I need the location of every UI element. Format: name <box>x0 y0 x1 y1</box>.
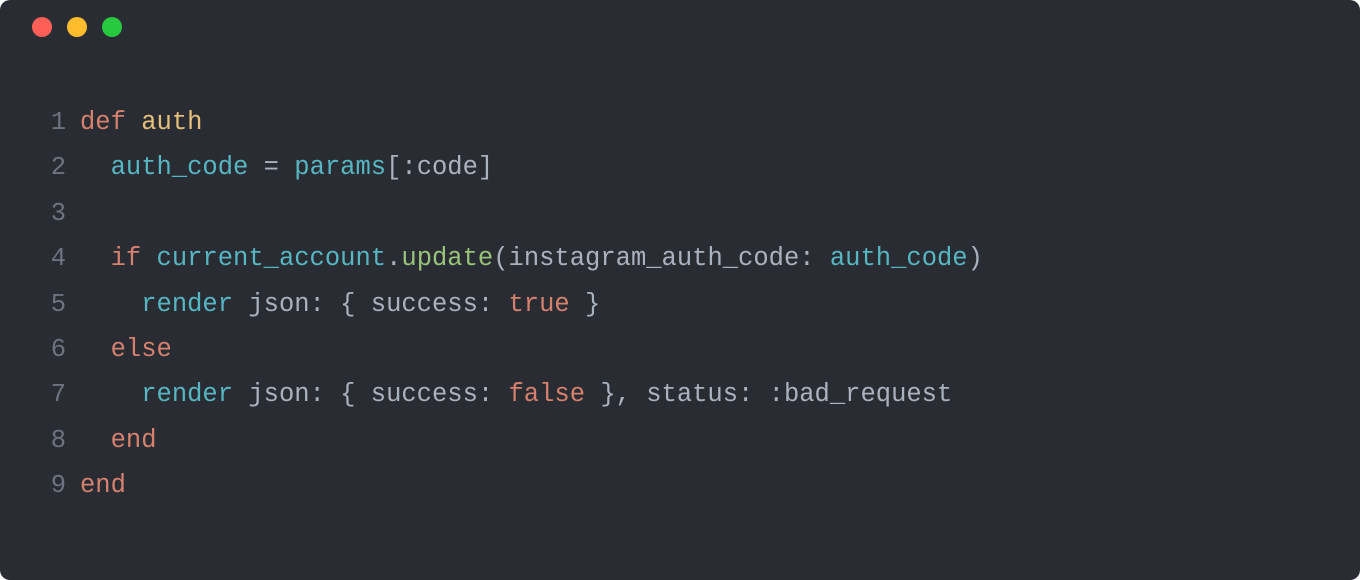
token: auth_code <box>830 244 968 273</box>
token <box>80 153 111 182</box>
token <box>80 426 111 455</box>
code-content: auth_code = params[:code] <box>80 145 493 190</box>
token: if <box>111 244 157 273</box>
code-line: 7 render json: { success: false }, statu… <box>0 372 1360 417</box>
token: . <box>386 244 401 273</box>
token: end <box>111 426 157 455</box>
code-line: 6 else <box>0 327 1360 372</box>
token: def <box>80 108 141 137</box>
token: }, status: :bad_request <box>585 380 952 409</box>
token: } <box>570 290 601 319</box>
token: current_account <box>157 244 387 273</box>
code-line: 1def auth <box>0 100 1360 145</box>
token <box>80 244 111 273</box>
token: params <box>294 153 386 182</box>
code-line: 4 if current_account.update(instagram_au… <box>0 236 1360 281</box>
token: else <box>111 335 172 364</box>
token: update <box>401 244 493 273</box>
token <box>80 380 141 409</box>
close-icon[interactable] <box>32 17 52 37</box>
line-number: 9 <box>0 463 80 508</box>
line-number: 2 <box>0 145 80 190</box>
code-editor: 1def auth2 auth_code = params[:code]3 4 … <box>0 54 1360 508</box>
line-number: 1 <box>0 100 80 145</box>
token: auth <box>141 108 202 137</box>
line-number: 4 <box>0 236 80 281</box>
token: end <box>80 471 126 500</box>
token: true <box>509 290 570 319</box>
token: ) <box>968 244 983 273</box>
code-line: 8 end <box>0 418 1360 463</box>
code-content: if current_account.update(instagram_auth… <box>80 236 983 281</box>
token <box>80 335 111 364</box>
token <box>80 290 141 319</box>
line-number: 3 <box>0 191 80 236</box>
token: json: { success: <box>233 290 508 319</box>
code-content: def auth <box>80 100 202 145</box>
token: render <box>141 380 233 409</box>
token: render <box>141 290 233 319</box>
minimize-icon[interactable] <box>67 17 87 37</box>
token: [:code] <box>386 153 493 182</box>
code-content: render json: { success: false }, status:… <box>80 372 952 417</box>
code-line: 3 <box>0 191 1360 236</box>
token: false <box>509 380 586 409</box>
token: json: { success: <box>233 380 508 409</box>
token: (instagram_auth_code: <box>493 244 830 273</box>
code-content: end <box>80 463 126 508</box>
code-window: 1def auth2 auth_code = params[:code]3 4 … <box>0 0 1360 580</box>
code-line: 9end <box>0 463 1360 508</box>
code-content: render json: { success: true } <box>80 282 600 327</box>
line-number: 5 <box>0 282 80 327</box>
zoom-icon[interactable] <box>102 17 122 37</box>
line-number: 7 <box>0 372 80 417</box>
titlebar <box>0 0 1360 54</box>
code-line: 5 render json: { success: true } <box>0 282 1360 327</box>
token: = <box>248 153 294 182</box>
code-line: 2 auth_code = params[:code] <box>0 145 1360 190</box>
line-number: 6 <box>0 327 80 372</box>
code-content: else <box>80 327 172 372</box>
line-number: 8 <box>0 418 80 463</box>
code-content: end <box>80 418 157 463</box>
token: auth_code <box>111 153 249 182</box>
token <box>80 199 95 228</box>
code-content <box>80 191 95 236</box>
